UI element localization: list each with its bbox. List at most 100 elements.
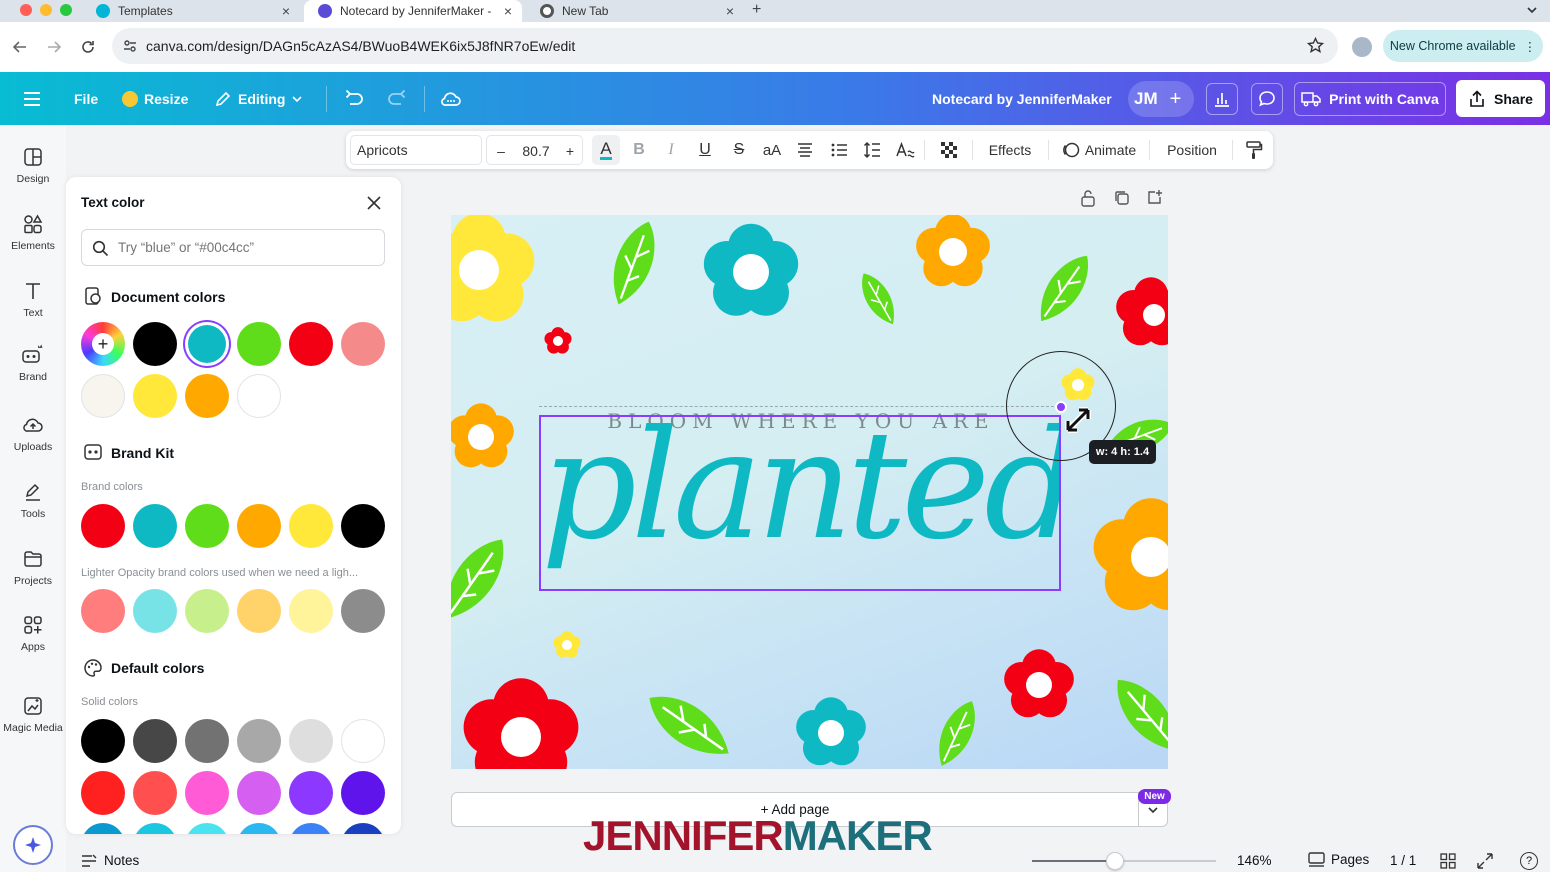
solid-color-swatch[interactable]: [237, 823, 281, 834]
notes-button[interactable]: Notes: [80, 853, 139, 868]
reload-icon[interactable]: [80, 39, 96, 60]
rail-item-design[interactable]: Design: [0, 147, 66, 185]
duplicate-page-button[interactable]: [1113, 189, 1130, 211]
help-button[interactable]: ?: [1520, 852, 1538, 870]
document-color-swatch[interactable]: [81, 374, 125, 418]
tab-new-tab[interactable]: New Tab ×: [526, 0, 744, 22]
document-color-swatch[interactable]: [341, 322, 385, 366]
rail-item-brand[interactable]: Brand: [0, 343, 66, 383]
brand-color-swatch[interactable]: [341, 504, 385, 548]
add-page-options-button[interactable]: [1146, 803, 1160, 821]
comments-button[interactable]: [1251, 83, 1283, 115]
add-collaborator-icon[interactable]: +: [1170, 88, 1182, 111]
align-center-button[interactable]: [793, 131, 817, 169]
window-minimize-button[interactable]: [40, 4, 52, 16]
rail-item-uploads[interactable]: Uploads: [0, 415, 66, 453]
add-color-button[interactable]: +: [81, 322, 125, 366]
text-color-button[interactable]: A: [592, 135, 620, 165]
solid-color-swatch[interactable]: [289, 771, 333, 815]
close-panel-button[interactable]: [366, 195, 382, 216]
tab-search-icon[interactable]: [1526, 3, 1538, 21]
rail-item-tools[interactable]: Tools: [0, 482, 66, 520]
profile-avatar[interactable]: [1352, 37, 1372, 57]
editing-mode-button[interactable]: Editing: [214, 72, 303, 125]
rail-item-elements[interactable]: Elements: [0, 214, 66, 252]
lighter-color-swatch[interactable]: [341, 589, 385, 633]
solid-color-swatch[interactable]: [237, 719, 281, 763]
solid-color-swatch[interactable]: [81, 823, 125, 834]
solid-color-swatch[interactable]: [133, 823, 177, 834]
selected-text-box[interactable]: planted: [539, 415, 1061, 591]
cloud-save-button[interactable]: [440, 72, 462, 125]
insights-button[interactable]: [1206, 83, 1238, 115]
document-color-swatch[interactable]: [289, 322, 333, 366]
transparency-button[interactable]: [937, 131, 961, 169]
solid-color-swatch[interactable]: [289, 719, 333, 763]
design-page[interactable]: BLOOM WHERE YOU ARE planted w: 4 h: 1.4: [451, 215, 1168, 769]
brand-color-swatch[interactable]: [185, 504, 229, 548]
document-color-swatch[interactable]: [185, 374, 229, 418]
lock-page-button[interactable]: [1080, 189, 1096, 212]
document-color-swatch[interactable]: [133, 374, 177, 418]
tab-close-icon[interactable]: ×: [504, 3, 512, 19]
animate-button[interactable]: Animate: [1059, 131, 1139, 169]
brand-color-swatch[interactable]: [81, 504, 125, 548]
copy-style-button[interactable]: [1242, 131, 1266, 169]
solid-color-swatch[interactable]: [185, 823, 229, 834]
chrome-update-button[interactable]: New Chrome available ⋮: [1383, 30, 1543, 62]
solid-color-swatch[interactable]: [185, 771, 229, 815]
solid-color-swatch[interactable]: [185, 719, 229, 763]
tab-close-icon[interactable]: ×: [726, 3, 734, 19]
collaborators-group[interactable]: JM +: [1128, 81, 1194, 117]
bold-button[interactable]: B: [627, 131, 651, 169]
underline-button[interactable]: U: [693, 131, 717, 169]
spacing-button[interactable]: [860, 131, 884, 169]
color-search-field[interactable]: [81, 229, 385, 266]
letter-case-button[interactable]: aA: [758, 131, 786, 169]
brand-color-swatch[interactable]: [133, 504, 177, 548]
bookmark-star-icon[interactable]: [1306, 36, 1325, 57]
lighter-color-swatch[interactable]: [289, 589, 333, 633]
undo-button[interactable]: [344, 72, 364, 125]
list-button[interactable]: [827, 131, 851, 169]
document-color-swatch[interactable]: [133, 322, 177, 366]
brand-color-swatch[interactable]: [289, 504, 333, 548]
solid-color-swatch[interactable]: [81, 771, 125, 815]
rail-item-text[interactable]: Text: [0, 281, 66, 319]
text-style-button[interactable]: [894, 131, 918, 169]
share-button[interactable]: Share: [1456, 80, 1545, 117]
new-tab-button[interactable]: +: [752, 1, 761, 19]
tab-close-icon[interactable]: ×: [282, 3, 290, 19]
solid-color-swatch[interactable]: [341, 823, 385, 834]
add-page-top-button[interactable]: [1146, 189, 1163, 211]
user-avatar[interactable]: JM: [1134, 89, 1158, 109]
tab-notecard[interactable]: Notecard by JenniferMaker - ×: [304, 0, 522, 22]
solid-color-swatch[interactable]: [341, 719, 385, 763]
file-menu-button[interactable]: File: [74, 72, 98, 125]
effects-button[interactable]: Effects: [982, 131, 1038, 169]
strikethrough-button[interactable]: S: [727, 131, 751, 169]
print-with-canva-button[interactable]: Print with Canva: [1294, 82, 1446, 116]
site-info-icon[interactable]: [122, 38, 138, 57]
color-search-input[interactable]: [118, 240, 368, 255]
solid-color-swatch[interactable]: [133, 719, 177, 763]
zoom-level[interactable]: 146%: [1237, 853, 1272, 868]
increase-size-button[interactable]: +: [557, 132, 583, 170]
lighter-color-swatch[interactable]: [185, 589, 229, 633]
brand-color-swatch[interactable]: [237, 504, 281, 548]
grid-view-button[interactable]: [1440, 853, 1456, 872]
document-color-swatch[interactable]: [237, 322, 281, 366]
solid-color-swatch[interactable]: [237, 771, 281, 815]
rail-item-projects[interactable]: Projects: [0, 549, 66, 587]
lighter-color-swatch[interactable]: [237, 589, 281, 633]
solid-color-swatch[interactable]: [133, 771, 177, 815]
font-family-select[interactable]: Apricots: [350, 135, 482, 165]
back-icon[interactable]: [12, 39, 28, 60]
fullscreen-button[interactable]: [1477, 853, 1493, 872]
lighter-color-swatch[interactable]: [81, 589, 125, 633]
lighter-color-swatch[interactable]: [133, 589, 177, 633]
pages-button[interactable]: Pages: [1308, 852, 1369, 867]
forward-icon[interactable]: [46, 39, 62, 60]
address-bar[interactable]: canva.com/design/DAGn5cAzAS4/BWuoB4WEK6i…: [112, 28, 1338, 64]
zoom-slider-thumb[interactable]: [1105, 852, 1124, 870]
